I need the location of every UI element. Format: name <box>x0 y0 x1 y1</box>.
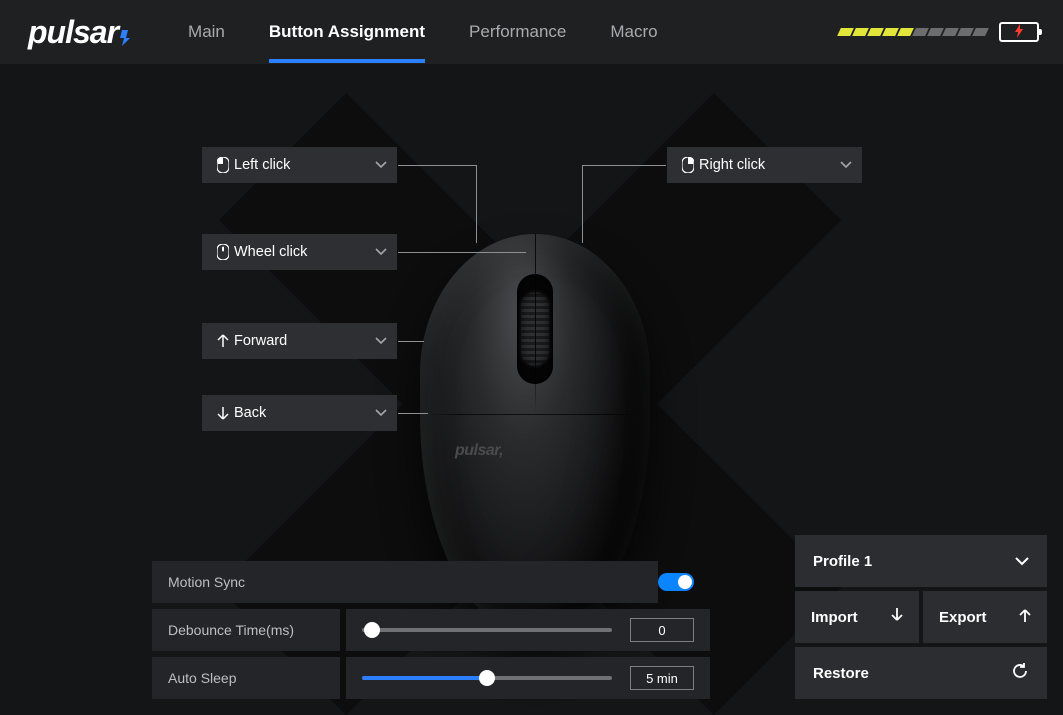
advanced-settings: Motion Sync Debounce Time(ms) 0 Auto Sle… <box>152 555 710 699</box>
bolt-icon <box>1013 24 1025 41</box>
import-button[interactable]: Import <box>795 591 919 643</box>
debounce-row: Debounce Time(ms) 0 <box>152 609 710 651</box>
main-nav: Main Button Assignment Performance Macro <box>188 2 658 62</box>
import-label: Import <box>811 609 858 626</box>
back-selector[interactable]: Back <box>202 395 397 431</box>
wheel-click-label: Wheel click <box>234 244 307 260</box>
mouse-left-icon <box>212 157 234 173</box>
left-click-label: Left click <box>234 157 290 173</box>
chevron-down-icon <box>375 161 387 169</box>
tab-performance[interactable]: Performance <box>469 2 566 62</box>
back-label: Back <box>234 405 266 421</box>
arrow-up-icon <box>1019 607 1031 627</box>
tab-button-assignment[interactable]: Button Assignment <box>269 2 425 62</box>
brand-logo: pulsar <box>28 16 130 48</box>
leader-line <box>398 341 424 342</box>
leader-line <box>398 252 526 253</box>
tab-macro[interactable]: Macro <box>610 2 657 62</box>
mouse-wheel-icon <box>212 244 234 260</box>
autosleep-value[interactable]: 5 min <box>630 666 694 690</box>
battery-level-bars <box>839 28 987 36</box>
motion-sync-label: Motion Sync <box>152 561 658 603</box>
wheel-click-selector[interactable]: Wheel click <box>202 234 397 270</box>
chevron-down-icon <box>375 337 387 345</box>
profile-panel: Profile 1 Import Export Restore <box>795 535 1047 699</box>
leader-line <box>476 165 477 243</box>
right-click-selector[interactable]: Right click <box>667 147 862 183</box>
leader-line <box>398 413 428 414</box>
autosleep-label: Auto Sleep <box>152 657 340 699</box>
profile-current-label: Profile 1 <box>813 553 872 570</box>
chevron-down-icon <box>375 409 387 417</box>
export-label: Export <box>939 609 987 626</box>
forward-selector[interactable]: Forward <box>202 323 397 359</box>
restore-label: Restore <box>813 665 869 682</box>
brand-text: pulsar <box>28 16 118 48</box>
debounce-label: Debounce Time(ms) <box>152 609 340 651</box>
header-status <box>839 22 1039 42</box>
battery-charging-icon <box>999 22 1039 42</box>
app-header: pulsar Main Button Assignment Performanc… <box>0 0 1063 64</box>
refresh-icon <box>1011 662 1029 684</box>
arrow-down-icon <box>891 607 903 627</box>
arrow-up-icon <box>212 334 234 348</box>
left-click-selector[interactable]: Left click <box>202 147 397 183</box>
chevron-down-icon <box>840 161 852 169</box>
tab-main[interactable]: Main <box>188 2 225 62</box>
leader-line <box>582 165 666 166</box>
chevron-down-icon <box>1015 553 1029 570</box>
leader-line <box>582 165 583 243</box>
main-area: pulsar, Left click Wheel click Forward B… <box>0 64 1063 715</box>
autosleep-slider[interactable] <box>362 676 612 680</box>
mouse-brand-label: pulsar, <box>455 442 503 460</box>
profile-selector[interactable]: Profile 1 <box>795 535 1047 587</box>
brand-accent-icon <box>120 30 130 46</box>
export-button[interactable]: Export <box>923 591 1047 643</box>
forward-label: Forward <box>234 333 287 349</box>
arrow-down-icon <box>212 406 234 420</box>
mouse-right-icon <box>677 157 699 173</box>
debounce-value[interactable]: 0 <box>630 618 694 642</box>
leader-line <box>398 165 476 166</box>
restore-button[interactable]: Restore <box>795 647 1047 699</box>
motion-sync-toggle[interactable] <box>658 573 694 591</box>
debounce-slider[interactable] <box>362 628 612 632</box>
chevron-down-icon <box>375 248 387 256</box>
motion-sync-row: Motion Sync <box>152 561 710 603</box>
right-click-label: Right click <box>699 157 765 173</box>
autosleep-row: Auto Sleep 5 min <box>152 657 710 699</box>
